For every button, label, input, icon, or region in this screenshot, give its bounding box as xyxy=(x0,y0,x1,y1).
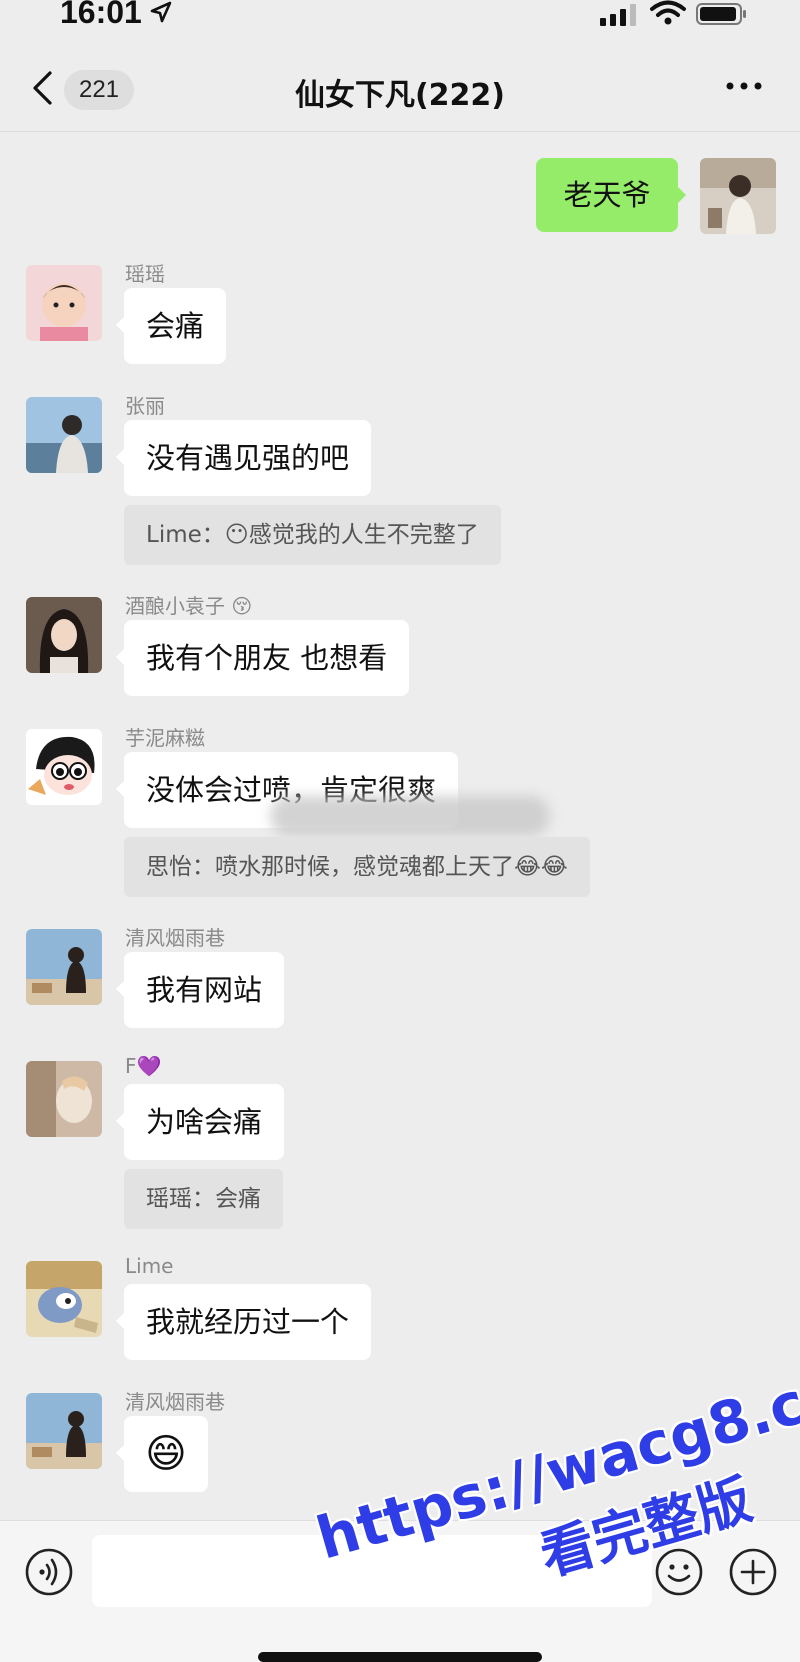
quoted-message[interactable]: Lime：😶感觉我的人生不完整了 xyxy=(124,505,501,565)
self-message-bubble[interactable]: 老天爷 xyxy=(536,158,686,232)
avatar-f[interactable] xyxy=(26,1061,102,1137)
message-bubble[interactable]: 会痛 xyxy=(115,288,227,364)
sender-name: 瑶瑶 xyxy=(125,262,165,286)
sender-name: F💜 xyxy=(125,1054,162,1078)
plus-circle-icon[interactable] xyxy=(728,1547,778,1597)
voice-icon[interactable] xyxy=(24,1547,74,1597)
cellular-signal-icon xyxy=(600,4,636,26)
avatar-jiuniang[interactable] xyxy=(26,597,102,673)
blur-redaction xyxy=(270,796,550,836)
location-arrow-icon xyxy=(150,1,172,23)
avatar-zhangli[interactable] xyxy=(26,397,102,473)
message-input[interactable] xyxy=(92,1535,652,1607)
message-bubble[interactable]: 我就经历过一个 xyxy=(115,1284,372,1360)
message-bubble[interactable]: 我有网站 xyxy=(115,952,285,1028)
sender-name: 酒酿小袁子 😚 xyxy=(125,594,253,618)
avatar-yuni[interactable] xyxy=(26,729,102,805)
avatar-lime[interactable] xyxy=(26,1261,102,1337)
sender-name: 芋泥麻糍 xyxy=(125,726,205,750)
ellipsis-icon[interactable] xyxy=(724,74,764,98)
battery-icon xyxy=(696,3,746,25)
wifi-icon xyxy=(650,0,686,25)
status-time: 16:01 xyxy=(60,0,142,30)
message-bubble[interactable]: 没有遇见强的吧 xyxy=(115,420,372,496)
sender-name: 清风烟雨巷 xyxy=(125,1390,225,1414)
quoted-message[interactable]: 思怡：喷水那时候，感觉魂都上天了😂😂 xyxy=(124,837,590,897)
emoji-icon[interactable] xyxy=(654,1547,704,1597)
message-bubble[interactable]: 我有个朋友 也想看 xyxy=(115,620,410,696)
status-bar: 16:01 xyxy=(0,0,800,40)
quoted-message[interactable]: 瑶瑶：会痛 xyxy=(124,1169,283,1229)
avatar-qingfeng[interactable] xyxy=(26,1393,102,1469)
self-avatar[interactable] xyxy=(700,158,776,234)
message-bubble[interactable]: 为啥会痛 xyxy=(115,1084,285,1160)
sender-name: 清风烟雨巷 xyxy=(125,926,225,950)
chat-header: 221 仙女下凡(222) xyxy=(0,40,800,132)
sender-name: 张丽 xyxy=(125,394,165,418)
chat-title: 仙女下凡(222) xyxy=(294,78,506,113)
home-indicator xyxy=(258,1652,542,1662)
avatar-yaoyao[interactable] xyxy=(26,265,102,341)
input-bar xyxy=(0,1520,800,1662)
avatar-qingfeng[interactable] xyxy=(26,929,102,1005)
emoji-message-bubble[interactable]: 😄 xyxy=(116,1416,208,1492)
sender-name: Lime xyxy=(125,1254,174,1278)
